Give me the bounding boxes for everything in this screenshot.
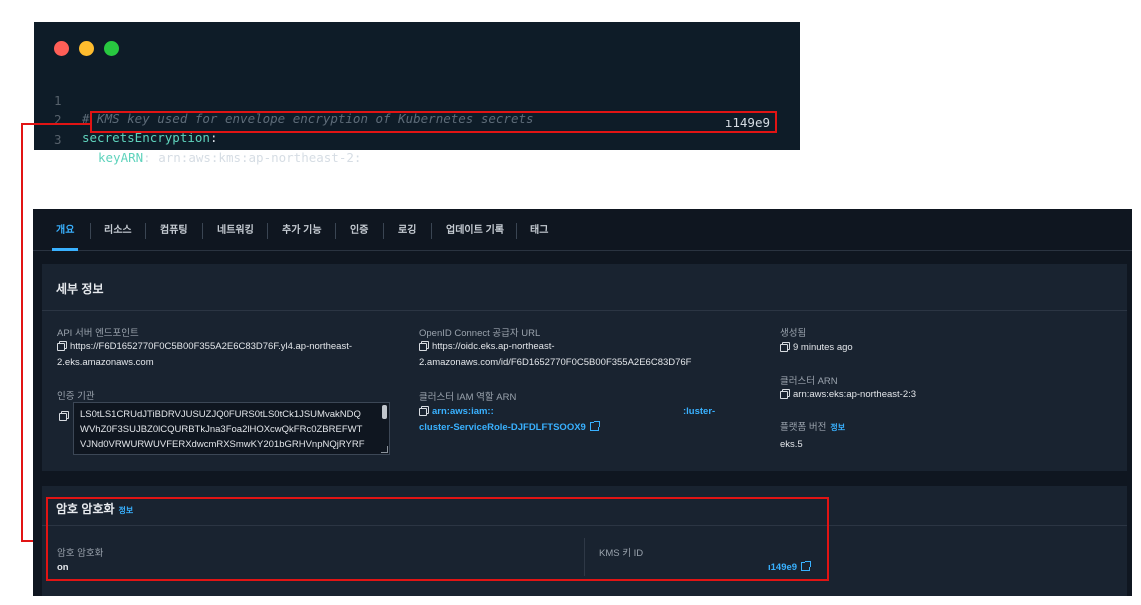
yaml-key: keyARN (98, 150, 144, 165)
tab-divider (202, 223, 203, 239)
details-title: 세부 정보 (56, 282, 104, 296)
highlight-box (90, 111, 777, 133)
tab-bar: 개요 리소스 컴퓨팅 네트워킹 추가 기능 인증 로깅 업데이트 기록 태그 (33, 209, 1132, 251)
code-line-2: 2 secretsEncryption: (34, 93, 800, 145)
copy-icon[interactable] (780, 389, 790, 399)
connector-line-top (21, 123, 91, 125)
details-header: 세부 정보 (42, 264, 1127, 311)
cert-line: LS0tLS1CRUdJTiBDRVJUSUZJQ0FURS0tLS0tCk1J… (80, 409, 361, 420)
tab-divider (90, 223, 91, 239)
copy-icon[interactable] (780, 342, 790, 352)
info-link[interactable]: 정보 (830, 423, 845, 432)
code-window: 1 # KMS key used for envelope encryption… (34, 22, 800, 165)
tab-divider (145, 223, 146, 239)
api-endpoint-value[interactable]: https://F6D1652770F0C5B00F355A2E6C83D76F… (57, 339, 352, 355)
details-panel: 세부 정보 API 서버 엔드포인트 https://F6D1652770F0C… (42, 264, 1127, 471)
tab-overview[interactable]: 개요 (51, 209, 79, 251)
tab-update-history[interactable]: 업데이트 기록 (446, 209, 504, 251)
tab-add-ons[interactable]: 추가 기능 (282, 209, 322, 251)
tab-divider (383, 223, 384, 239)
tab-networking[interactable]: 네트워킹 (217, 209, 254, 251)
tab-resources[interactable]: 리소스 (104, 209, 132, 251)
code-line-1: 1 # KMS key used for envelope encryption… (34, 74, 800, 126)
external-link-icon (589, 421, 600, 431)
yaml-value: arn:aws:kms:ap-northeast-2: (150, 150, 362, 165)
tab-divider (267, 223, 268, 239)
copy-icon[interactable] (419, 341, 429, 351)
iam-role-link-part[interactable]: :luster- (683, 404, 715, 420)
api-endpoint-value-cont: 2.eks.amazonaws.com (57, 357, 154, 368)
cert-line: VJNd0VRWURWUVFERXdwcmRXSmwKY201bGRHVnpNQ… (80, 439, 365, 450)
connector-line-vertical (21, 123, 23, 542)
oidc-label: OpenID Connect 공급자 URL (419, 328, 541, 339)
platform-version-value: eks.5 (780, 439, 803, 450)
tab-divider (431, 223, 432, 239)
tab-divider (335, 223, 336, 239)
oidc-value-cont: 2.amazonaws.com/id/F6D1652770F0C5B00F355… (419, 357, 692, 368)
iam-role-link[interactable]: arn:aws:iam:: (419, 404, 494, 420)
cert-authority-textarea[interactable]: LS0tLS1CRUdJTiBDRVJUSUZJQ0FURS0tLS0tCk1J… (73, 402, 390, 455)
yaml-separator: : (143, 150, 151, 165)
line-number: 3 (54, 132, 62, 147)
iam-role-link-cont[interactable]: cluster-ServiceRole-DJFDLFTSOOX9 (419, 420, 600, 436)
copy-icon[interactable] (59, 406, 72, 424)
tab-divider (516, 223, 517, 239)
created-value: 9 minutes ago (780, 340, 853, 356)
cert-authority-label: 인증 기관 (57, 391, 95, 402)
cert-line: WVhZ0F3SUJBZ0lCQURBTkJna3Foa2lHOXcwQkFRc… (80, 424, 363, 435)
iam-role-label: 클러스터 IAM 역할 ARN (419, 392, 517, 403)
encryption-highlight-box (46, 497, 829, 581)
api-endpoint-label: API 서버 엔드포인트 (57, 328, 139, 339)
oidc-value[interactable]: https://oidc.eks.ap-northeast- (419, 339, 555, 355)
tab-tags[interactable]: 태그 (530, 209, 548, 251)
close-window-dot[interactable] (54, 41, 69, 56)
tab-compute[interactable]: 컴퓨팅 (160, 209, 188, 251)
maximize-window-dot[interactable] (104, 41, 119, 56)
minimize-window-dot[interactable] (79, 41, 94, 56)
resize-handle-icon[interactable] (381, 446, 388, 453)
scrollbar[interactable] (382, 405, 387, 419)
created-label: 생성됨 (780, 328, 807, 339)
cluster-arn-value: arn:aws:eks:ap-northeast-2:3 (780, 387, 916, 403)
cluster-arn-label: 클러스터 ARN (780, 376, 838, 387)
tab-access[interactable]: 인증 (350, 209, 368, 251)
copy-icon[interactable] (419, 406, 429, 416)
platform-version-label: 플랫폼 버전 정보 (780, 422, 846, 433)
copy-icon[interactable] (57, 341, 67, 351)
tab-logging[interactable]: 로깅 (398, 209, 416, 251)
